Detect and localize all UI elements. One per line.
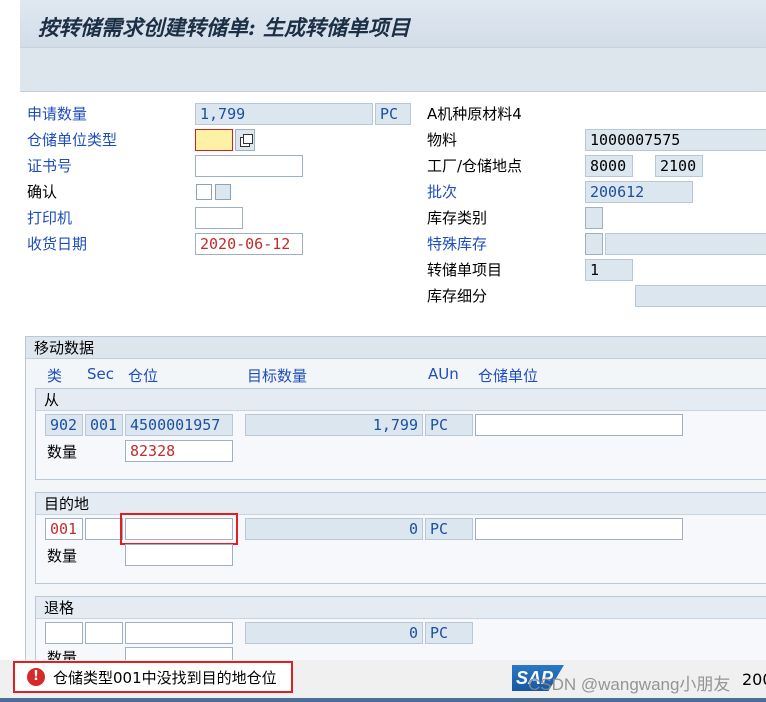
sloc-field: 2100	[655, 155, 703, 177]
col-storage-unit: 仓储单位	[478, 367, 539, 385]
special-stock-field	[605, 233, 766, 255]
stock-category-label: 库存类别	[427, 209, 488, 227]
gr-date-input[interactable]: 2020-06-12	[195, 233, 303, 255]
requested-qty-unit: PC	[375, 103, 411, 125]
printer-label[interactable]: 打印机	[27, 208, 72, 228]
col-aun: AUn	[428, 365, 459, 383]
from-storage-unit-input[interactable]	[475, 414, 683, 436]
storage-unit-type-label[interactable]: 仓储单位类型	[27, 130, 117, 150]
confirm-checkbox-2[interactable]	[215, 184, 231, 200]
dest-bin-highlight	[120, 513, 238, 545]
return-type-input[interactable]	[45, 622, 83, 644]
printer-input[interactable]	[195, 207, 243, 229]
requested-qty-field: 1,799	[195, 103, 373, 125]
plant-field: 8000	[585, 155, 633, 177]
certificate-no-label[interactable]: 证书号	[27, 156, 72, 176]
destination-title: 目的地	[36, 493, 766, 515]
requested-qty-label[interactable]: 申请数量	[27, 104, 87, 124]
status-message-box[interactable]: ! 仓储类型001中没找到目的地仓位	[13, 661, 293, 693]
col-type: 类	[47, 367, 63, 385]
dest-count-qty-input[interactable]	[125, 544, 233, 566]
return-title: 退格	[36, 597, 766, 619]
from-count-qty-input[interactable]: 82328	[125, 440, 233, 462]
dest-section-input[interactable]	[85, 518, 123, 540]
from-unit-field: PC	[425, 414, 473, 436]
status-system-info: 200	[742, 670, 766, 689]
from-title: 从	[36, 389, 766, 411]
plant-sloc-label: 工厂/仓储地点	[427, 157, 523, 175]
page-title: 按转储需求创建转储单: 生成转储单项目	[38, 15, 411, 40]
to-item-label: 转储单项目	[427, 261, 503, 279]
from-type-field: 902	[45, 414, 83, 436]
return-unit-field: PC	[425, 622, 473, 644]
dest-storage-unit-input[interactable]	[475, 518, 683, 540]
left-margin	[0, 0, 20, 702]
stock-subdivision-label: 库存细分	[427, 287, 488, 305]
error-icon: !	[27, 668, 45, 686]
special-stock-label[interactable]: 特殊库存	[427, 234, 487, 254]
status-message: 仓储类型001中没找到目的地仓位	[53, 669, 277, 687]
movement-data-title: 移动数据	[26, 337, 766, 359]
storage-unit-type-input[interactable]	[195, 129, 233, 151]
bottom-border	[0, 698, 766, 702]
return-qty-field: 0	[245, 622, 423, 644]
special-stock-indicator	[585, 233, 603, 255]
from-section-field: 001	[85, 414, 123, 436]
material-field: 1000007575	[585, 129, 766, 151]
confirm-label: 确认	[27, 183, 58, 201]
batch-label[interactable]: 批次	[427, 182, 457, 202]
confirm-checkbox-1[interactable]	[196, 184, 212, 200]
stock-subdivision-field	[635, 285, 766, 307]
dest-qty-field: 0	[245, 518, 423, 540]
batch-field: 200612	[585, 181, 693, 203]
dest-unit-field: PC	[425, 518, 473, 540]
return-section-input[interactable]	[85, 622, 123, 644]
watermark: CSDN @wangwang小朋友	[528, 675, 731, 694]
from-bin-field: 4500001957	[125, 414, 233, 436]
from-qty-label: 数量	[47, 443, 78, 461]
certificate-no-input[interactable]	[195, 155, 303, 177]
return-bin-input[interactable]	[125, 622, 233, 644]
dest-qty-label: 数量	[47, 547, 78, 565]
dest-type-input[interactable]: 001	[45, 518, 83, 540]
application-toolbar	[20, 48, 766, 92]
from-qty-field: 1,799	[245, 414, 423, 436]
col-section: Sec	[87, 365, 114, 383]
material-description: A机种原材料4	[427, 105, 522, 123]
material-label: 物料	[427, 131, 458, 149]
col-bin: 仓位	[128, 367, 159, 385]
col-target-qty: 目标数量	[247, 367, 308, 385]
stock-category-field	[585, 207, 603, 229]
value-help-icon[interactable]	[235, 129, 255, 151]
to-item-field: 1	[585, 259, 633, 281]
gr-date-label[interactable]: 收货日期	[27, 234, 87, 254]
